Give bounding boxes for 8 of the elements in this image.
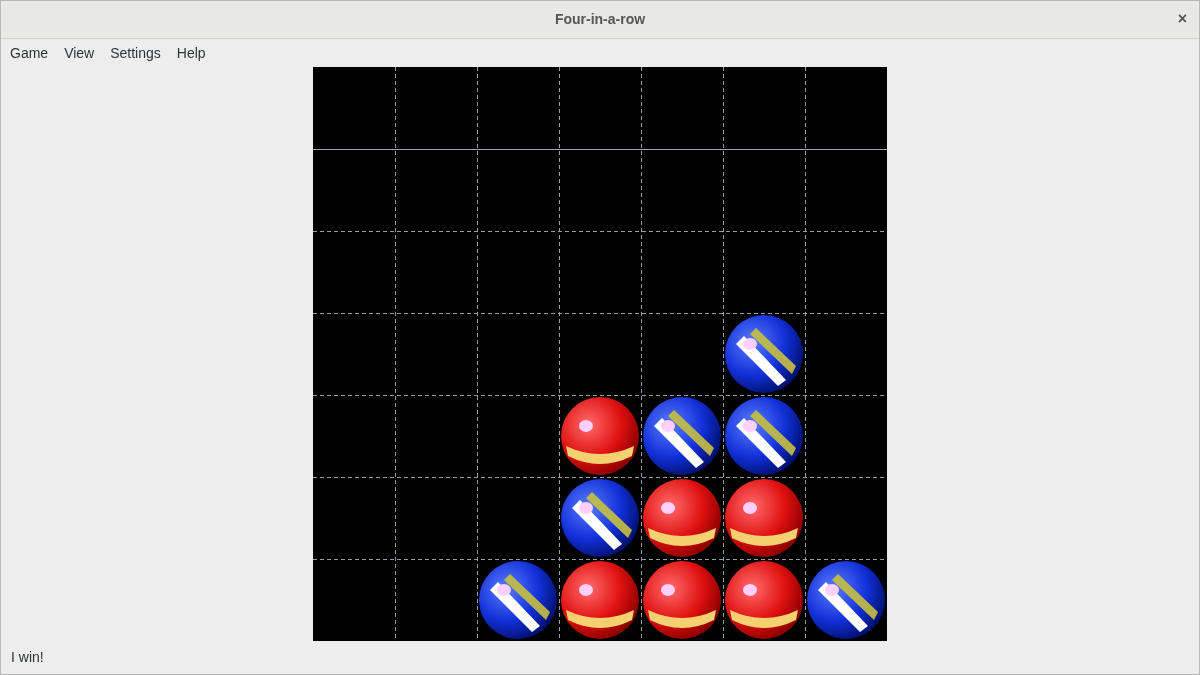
- close-button[interactable]: ×: [1177, 10, 1187, 28]
- menu-item[interactable]: View: [56, 42, 103, 64]
- window-title: Four-in-a-row: [554, 10, 646, 29]
- menu-item[interactable]: Help: [168, 42, 214, 64]
- game-board[interactable]: [313, 67, 887, 641]
- menu-item[interactable]: Game: [2, 42, 57, 64]
- status-text: I win!: [11, 648, 44, 667]
- menu-item[interactable]: Settings: [102, 42, 169, 64]
